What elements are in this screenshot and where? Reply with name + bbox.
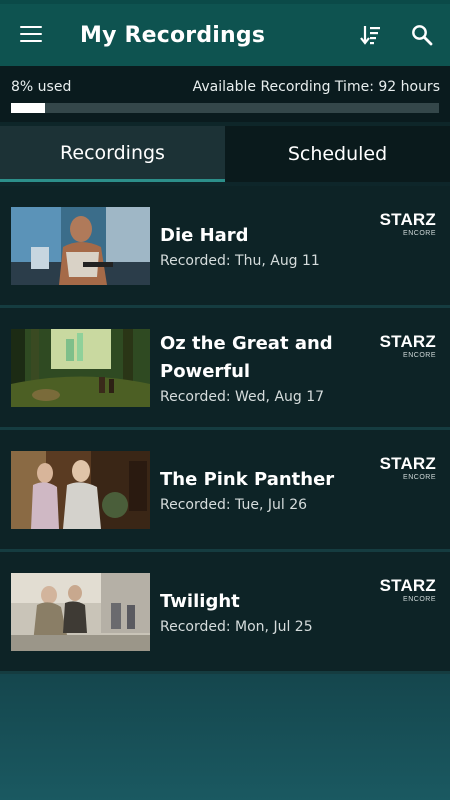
network-name: STARZ bbox=[379, 576, 436, 595]
recordings-list: Die Hard Recorded: Thu, Aug 11 STARZ ENC… bbox=[0, 186, 450, 674]
movie-thumbnail bbox=[11, 207, 150, 285]
network-logo: STARZ ENCORE bbox=[379, 454, 436, 481]
network-sub: ENCORE bbox=[403, 352, 436, 359]
network-name: STARZ bbox=[379, 454, 436, 473]
list-item[interactable]: The Pink Panther Recorded: Tue, Jul 26 S… bbox=[0, 430, 450, 552]
usage-progress-bar bbox=[11, 103, 439, 113]
available-time-label: Available Recording Time: 92 hours bbox=[192, 79, 440, 95]
recorded-date: Recorded: Tue, Jul 26 bbox=[160, 497, 308, 513]
movie-title: Twilight bbox=[160, 591, 240, 612]
list-item[interactable]: Oz the Great and Powerful Recorded: Wed,… bbox=[0, 308, 450, 430]
movie-thumbnail bbox=[11, 573, 150, 651]
hamburger-menu-icon[interactable] bbox=[20, 25, 44, 45]
network-logo: STARZ ENCORE bbox=[379, 576, 436, 603]
movie-title: Die Hard bbox=[160, 225, 249, 246]
movie-thumbnail bbox=[11, 451, 150, 529]
tab-bar: Recordings Scheduled bbox=[0, 126, 450, 182]
network-logo: STARZ ENCORE bbox=[379, 332, 436, 359]
recorded-date: Recorded: Mon, Jul 25 bbox=[160, 619, 313, 635]
network-name: STARZ bbox=[379, 210, 436, 229]
page-title: My Recordings bbox=[80, 22, 266, 48]
search-icon[interactable] bbox=[410, 23, 434, 47]
tab-recordings[interactable]: Recordings bbox=[0, 126, 225, 182]
recorded-date: Recorded: Thu, Aug 11 bbox=[160, 253, 320, 269]
movie-title: The Pink Panther bbox=[160, 469, 335, 490]
movie-thumbnail bbox=[11, 329, 150, 407]
network-logo: STARZ ENCORE bbox=[379, 210, 436, 237]
network-sub: ENCORE bbox=[403, 596, 436, 603]
movie-title: Oz the Great and Powerful bbox=[160, 333, 333, 382]
sort-descending-icon[interactable] bbox=[358, 23, 382, 47]
list-item[interactable]: Die Hard Recorded: Thu, Aug 11 STARZ ENC… bbox=[0, 186, 450, 308]
app-bar: My Recordings bbox=[0, 4, 450, 66]
network-sub: ENCORE bbox=[403, 230, 436, 237]
network-name: STARZ bbox=[379, 332, 436, 351]
network-sub: ENCORE bbox=[403, 474, 436, 481]
list-item[interactable]: Twilight Recorded: Mon, Jul 25 STARZ ENC… bbox=[0, 552, 450, 674]
tab-scheduled[interactable]: Scheduled bbox=[225, 126, 450, 182]
usage-progress-fill bbox=[11, 103, 46, 113]
recorded-date: Recorded: Wed, Aug 17 bbox=[160, 389, 325, 405]
recording-usage-panel: 8% used Available Recording Time: 92 hou… bbox=[0, 66, 450, 122]
used-percentage-label: 8% used bbox=[11, 79, 72, 95]
